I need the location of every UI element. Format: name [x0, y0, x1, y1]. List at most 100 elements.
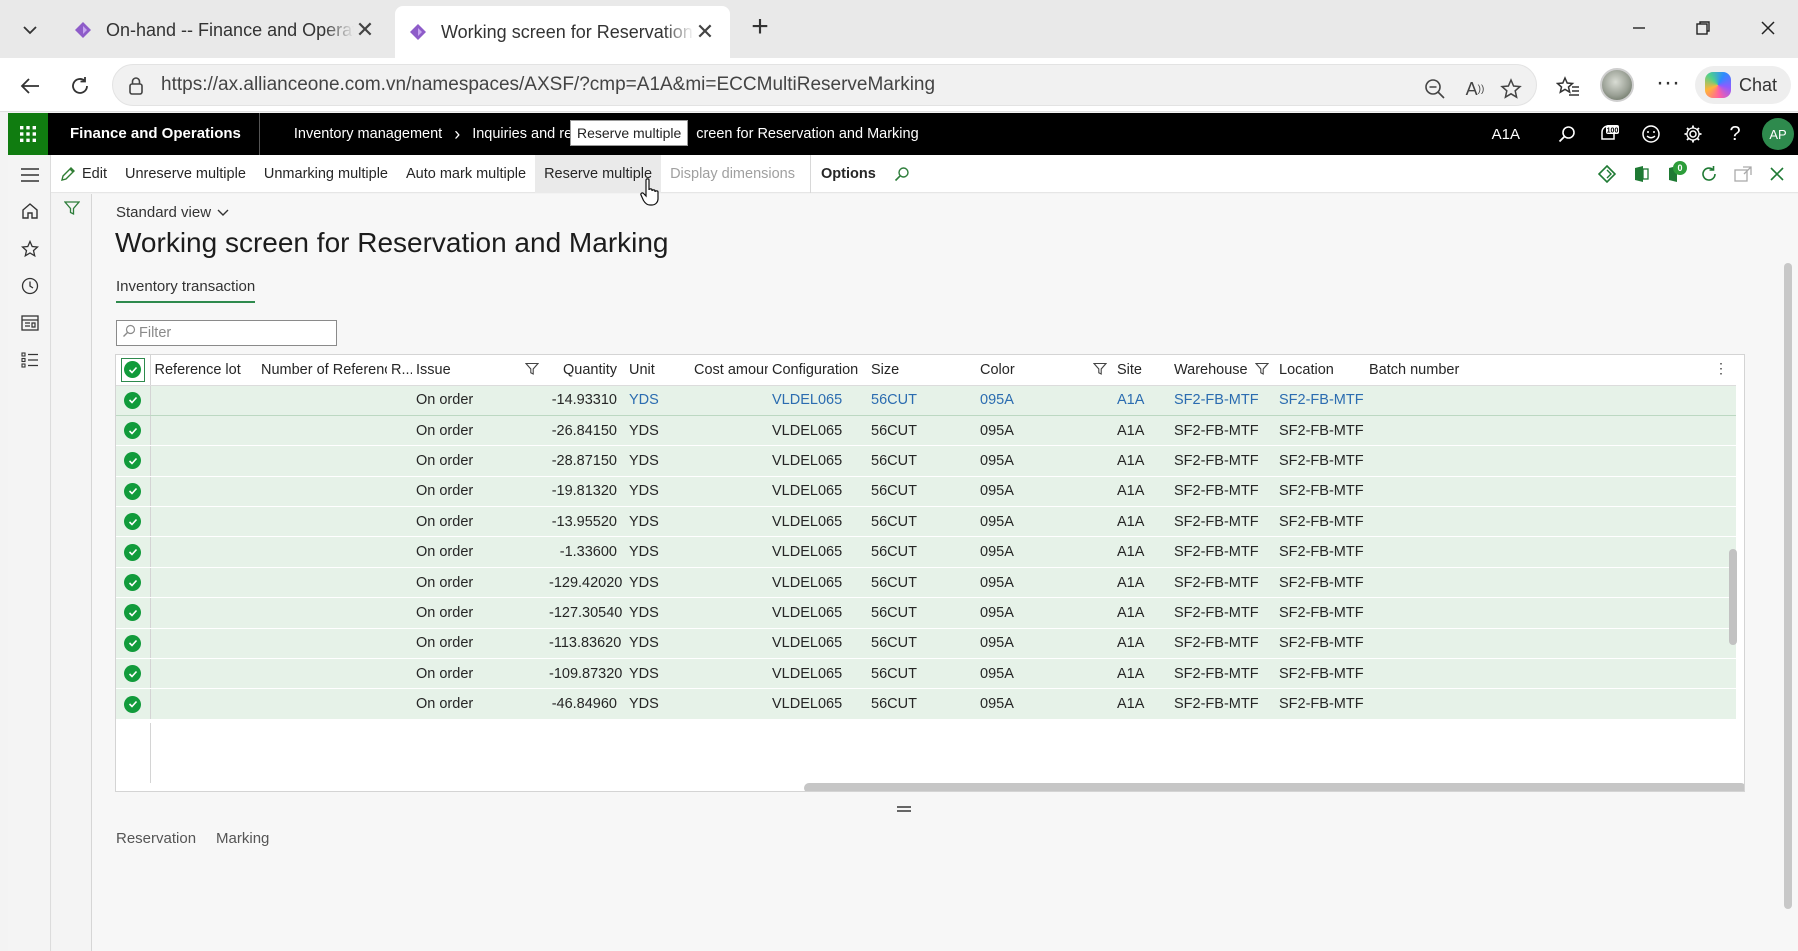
user-avatar[interactable]: AP: [1762, 118, 1794, 150]
breadcrumb-item[interactable]: creen for Reservation and Marking: [696, 126, 918, 142]
grid-vertical-scrollbar[interactable]: [1729, 549, 1737, 645]
home-icon[interactable]: [16, 197, 44, 225]
new-tab-button[interactable]: +: [745, 12, 775, 44]
row-select-checkbox[interactable]: [116, 658, 151, 690]
profile-avatar[interactable]: [1600, 68, 1634, 102]
column-header-batch-number[interactable]: Batch number ⋮: [1365, 355, 1736, 386]
power-apps-icon[interactable]: [1592, 159, 1622, 189]
tab-marking[interactable]: Marking: [216, 830, 269, 847]
search-icon[interactable]: [1546, 113, 1588, 155]
row-select-checkbox[interactable]: [116, 476, 151, 508]
zoom-icon[interactable]: [1423, 77, 1447, 101]
recent-clock-icon[interactable]: [16, 272, 44, 300]
row-select-checkbox[interactable]: [116, 688, 151, 720]
table-row[interactable]: On order -1.33600 YDS VLDEL065 56CUT 095A A1A S…: [116, 536, 1736, 568]
close-tab-icon[interactable]: ✕: [694, 19, 716, 45]
grid-filter-input[interactable]: Filter: [116, 320, 337, 346]
hamburger-menu-icon[interactable]: [16, 161, 44, 189]
refresh-button[interactable]: [62, 68, 98, 104]
column-header-warehouse[interactable]: Warehouse: [1170, 355, 1275, 386]
table-row[interactable]: On order -113.83620 YDS VLDEL065 56CUT 095A A1…: [116, 628, 1736, 660]
app-launcher-button[interactable]: [8, 113, 48, 155]
row-select-checkbox[interactable]: [116, 597, 151, 629]
row-select-checkbox[interactable]: [116, 415, 151, 447]
table-row[interactable]: On order -127.30540 YDS VLDEL065 56CUT 095A A1…: [116, 597, 1736, 629]
attachments-icon[interactable]: 0: [1660, 159, 1690, 189]
options-tab[interactable]: Options: [810, 154, 885, 193]
display-dimensions-button[interactable]: Display dimensions: [661, 155, 804, 193]
column-header-issue[interactable]: Issue: [412, 355, 545, 386]
table-row[interactable]: On order -14.93310 YDS VLDEL065 56CUT 095A A1A…: [116, 384, 1736, 416]
favorites-icon[interactable]: [1553, 72, 1583, 102]
pane-splitter-handle[interactable]: [897, 806, 911, 812]
minimize-button[interactable]: [1616, 10, 1662, 46]
feedback-smile-icon[interactable]: [1630, 113, 1672, 155]
filter-funnel-icon[interactable]: [64, 200, 80, 216]
workspaces-icon[interactable]: [16, 309, 44, 337]
close-page-icon[interactable]: [1762, 159, 1792, 189]
back-button[interactable]: [12, 68, 48, 104]
column-header-reference-lot[interactable]: Reference lot: [150, 355, 257, 386]
table-row[interactable]: On order -19.81320 YDS VLDEL065 56CUT 095A A1A…: [116, 476, 1736, 508]
favorites-star-icon[interactable]: [16, 235, 44, 263]
open-new-window-icon[interactable]: [1728, 159, 1758, 189]
office-excel-icon[interactable]: [1626, 159, 1656, 189]
column-header-cost-amount[interactable]: Cost amount: [690, 355, 768, 386]
table-row[interactable]: On order -13.95520 YDS VLDEL065 56CUT 095A A1A…: [116, 506, 1736, 538]
app-name[interactable]: Finance and Operations: [48, 113, 260, 155]
auto-mark-multiple-button[interactable]: Auto mark multiple: [397, 155, 535, 193]
tab-reservation[interactable]: Reservation: [116, 830, 196, 847]
help-icon[interactable]: ?: [1714, 113, 1756, 155]
row-select-checkbox[interactable]: [116, 384, 151, 416]
table-row[interactable]: On order -129.42020 YDS VLDEL065 56CUT 095A A1…: [116, 567, 1736, 599]
close-tab-icon[interactable]: ✕: [354, 17, 376, 43]
column-header-color[interactable]: Color: [976, 355, 1113, 386]
grid-horizontal-scrollbar[interactable]: [804, 783, 1744, 791]
column-header-unit[interactable]: Unit: [625, 355, 690, 386]
unmarking-multiple-button[interactable]: Unmarking multiple: [255, 155, 397, 193]
favorite-star-icon[interactable]: [1499, 77, 1523, 101]
table-row[interactable]: On order -46.84960 YDS VLDEL065 56CUT 095A A1A…: [116, 688, 1736, 720]
read-aloud-icon[interactable]: A)): [1463, 77, 1487, 101]
address-bar[interactable]: https://ax.allianceone.com.vn/namespaces…: [112, 64, 1537, 106]
row-select-checkbox[interactable]: [116, 536, 151, 568]
column-header-site[interactable]: Site: [1113, 355, 1170, 386]
view-selector[interactable]: Standard view: [116, 204, 229, 221]
table-row[interactable]: On order -109.87320 YDS VLDEL065 56CUT 095A A1…: [116, 658, 1736, 690]
column-header-location[interactable]: Location: [1275, 355, 1365, 386]
settings-gear-icon[interactable]: [1672, 113, 1714, 155]
browser-tab[interactable]: On-hand -- Finance and Operations ✕: [60, 8, 390, 52]
more-options-icon[interactable]: ···: [1653, 68, 1683, 98]
action-search-button[interactable]: [885, 155, 919, 193]
breadcrumb-item[interactable]: Inquiries and rep: [472, 126, 580, 142]
company-picker[interactable]: A1A: [1492, 126, 1520, 143]
column-header-quantity[interactable]: Quantity: [545, 355, 625, 386]
column-header-configuration[interactable]: Configuration: [768, 355, 867, 386]
filter-funnel-icon[interactable]: [525, 362, 539, 376]
column-header-number-of-reference[interactable]: Number of Referenc...: [257, 355, 387, 386]
copilot-button[interactable]: Chat: [1695, 66, 1791, 104]
row-select-checkbox[interactable]: [116, 445, 151, 477]
page-vertical-scrollbar[interactable]: [1784, 263, 1792, 909]
filter-funnel-icon[interactable]: [1093, 362, 1107, 376]
column-options-icon[interactable]: ⋮: [1714, 360, 1728, 377]
restore-button[interactable]: [1680, 10, 1726, 46]
refresh-page-icon[interactable]: [1694, 159, 1724, 189]
edit-button[interactable]: Edit: [51, 155, 116, 193]
row-select-checkbox[interactable]: [116, 628, 151, 660]
column-header-r[interactable]: R...: [387, 355, 412, 386]
modules-list-icon[interactable]: [16, 346, 44, 374]
notifications-icon[interactable]: 100: [1588, 113, 1630, 155]
breadcrumb-item[interactable]: Inventory management: [294, 126, 442, 142]
filter-funnel-icon[interactable]: [1255, 362, 1269, 376]
table-row[interactable]: On order -28.87150 YDS VLDEL065 56CUT 095A A1A…: [116, 445, 1736, 477]
row-select-checkbox[interactable]: [116, 506, 151, 538]
tab-actions-menu-button[interactable]: [10, 12, 50, 48]
table-row[interactable]: On order -26.84150 YDS VLDEL065 56CUT 095A A1A…: [116, 415, 1736, 447]
close-window-button[interactable]: [1745, 10, 1791, 46]
row-select-checkbox[interactable]: [116, 567, 151, 599]
tab-inventory-transaction[interactable]: Inventory transaction: [116, 278, 256, 303]
column-header-size[interactable]: Size: [867, 355, 976, 386]
unreserve-multiple-button[interactable]: Unreserve multiple: [116, 155, 255, 193]
select-all-checkbox[interactable]: [116, 355, 151, 386]
